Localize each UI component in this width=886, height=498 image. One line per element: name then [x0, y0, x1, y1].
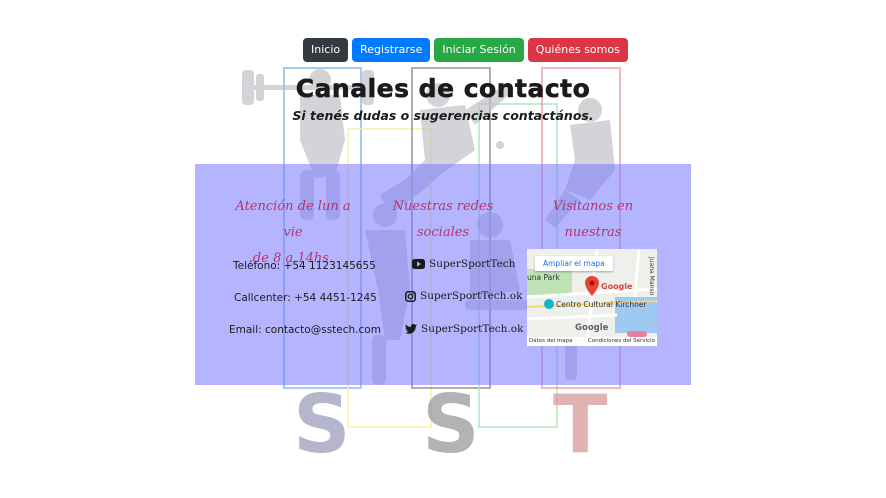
- callcenter-text: Callcenter: +54 4451-1245: [234, 292, 377, 304]
- registrarse-button[interactable]: Registrarse: [352, 38, 431, 62]
- map-place-luna-park: una Park: [527, 273, 560, 282]
- instagram-label: SuperSportTech.ok: [420, 290, 523, 302]
- social-heading-line2: sociales: [416, 225, 470, 240]
- map-museum-icon: [544, 299, 554, 309]
- map-footer: Datos del mapa Condiciones del Servicio: [527, 337, 657, 346]
- youtube-icon: [412, 259, 425, 269]
- inicio-button[interactable]: Inicio: [303, 38, 349, 62]
- enlarge-map-button[interactable]: Ampliar el mapa: [535, 256, 613, 271]
- visit-heading-line1: Visitanos en nuestras: [552, 199, 634, 240]
- youtube-label: SuperSportTech: [429, 258, 516, 270]
- youtube-link[interactable]: SuperSportTech: [412, 258, 515, 270]
- email-text: Email: contacto@sstech.com: [229, 324, 381, 336]
- logo-letter-s2: S: [422, 378, 480, 471]
- social-heading-line1: Nuestras redes: [392, 199, 494, 214]
- top-nav: Inicio Registrarse Iniciar Sesión Quiéne…: [303, 38, 628, 62]
- map-street-label: Juana Manso: [648, 257, 655, 296]
- social-column: Nuestras redes sociales: [391, 194, 495, 246]
- office-map[interactable]: Ampliar el mapa Juana Manso una Park Goo…: [527, 249, 657, 346]
- phone-text: Teléfono: +54 1123145655: [233, 260, 376, 272]
- map-place-centro-cultural: Centro Cultural Kirchner: [556, 300, 647, 309]
- twitter-link[interactable]: SuperSportTech.ok: [405, 323, 523, 335]
- page-subtitle: Si tenés dudas o sugerencias contactános…: [292, 108, 594, 123]
- logo-letter-t: T: [553, 378, 608, 471]
- map-data-label: Datos del mapa: [529, 338, 573, 344]
- instagram-icon: [405, 290, 416, 302]
- quienes-somos-button[interactable]: Quiénes somos: [527, 38, 628, 62]
- instagram-link[interactable]: SuperSportTech.ok: [405, 290, 522, 302]
- twitter-icon: [405, 324, 417, 334]
- map-pin-label: Google: [601, 282, 633, 291]
- twitter-label: SuperSportTech.ok: [421, 323, 524, 335]
- logo-letter-s1: S: [293, 378, 351, 471]
- map-pin-icon: [585, 276, 599, 296]
- map-terms-link[interactable]: Condiciones del Servicio: [588, 337, 655, 346]
- page-title: Canales de contacto: [295, 74, 591, 104]
- iniciar-sesion-button[interactable]: Iniciar Sesión: [434, 38, 524, 62]
- contact-panel: Atención de lun a vie de 8 a 14hs. Teléf…: [195, 164, 691, 385]
- hours-heading-line1: Atención de lun a vie: [235, 199, 351, 240]
- map-google-logo: Google: [575, 323, 609, 333]
